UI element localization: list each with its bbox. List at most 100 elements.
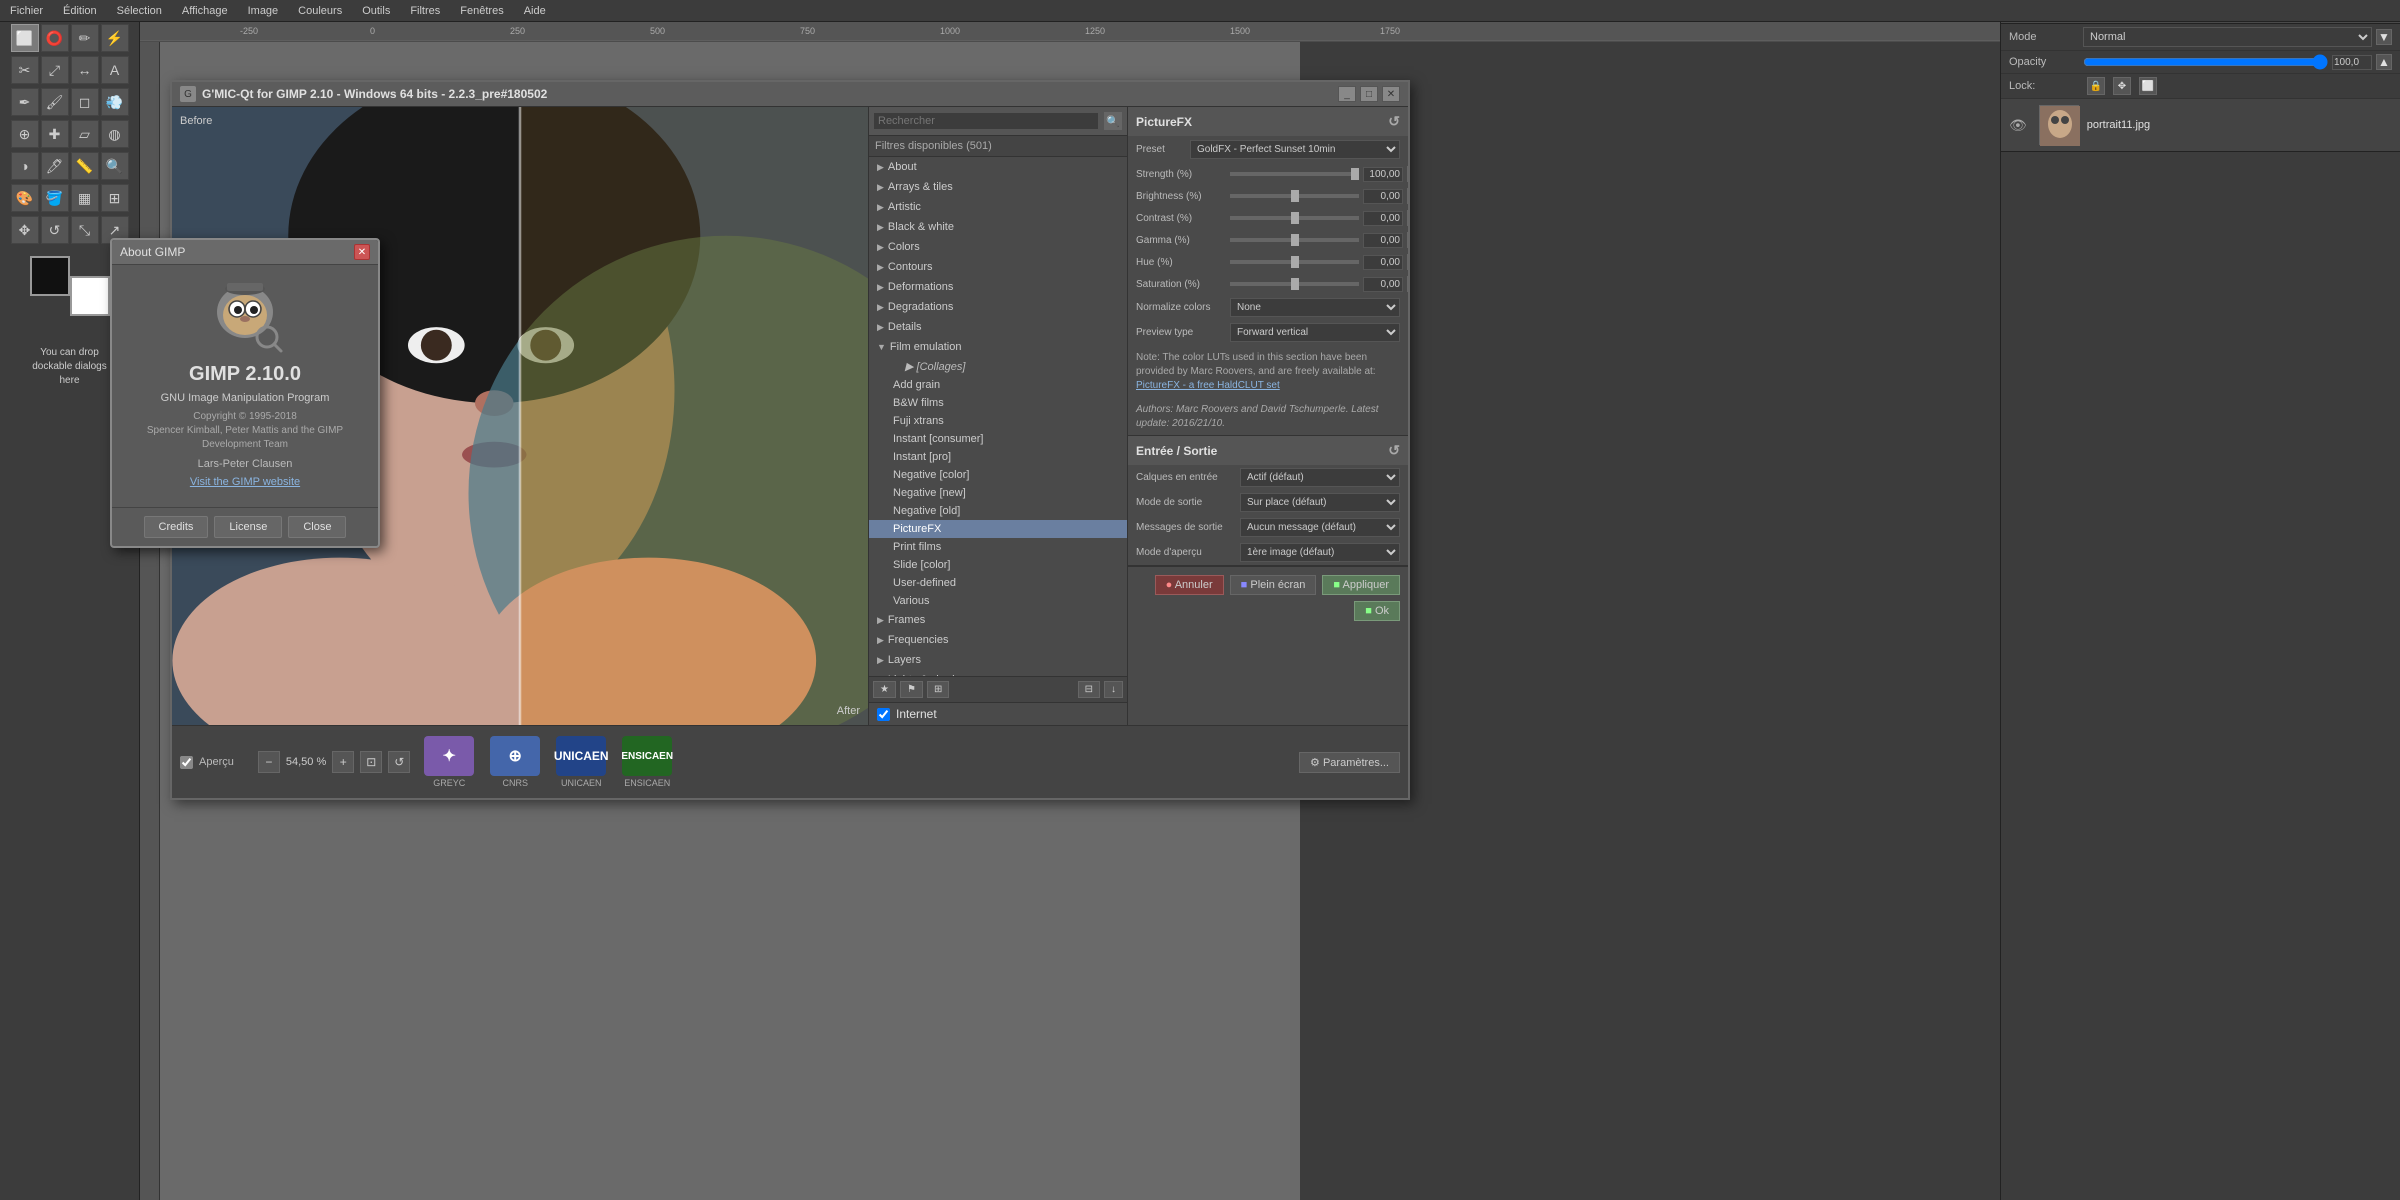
background-color[interactable] [70, 276, 110, 316]
gmic-close-btn[interactable]: ✕ [1382, 86, 1400, 102]
filter-item-negative-new[interactable]: Negative [new] [869, 484, 1127, 502]
filter-cat-bw[interactable]: ▶ Black & white [869, 217, 1127, 237]
menu-outils[interactable]: Outils [352, 5, 400, 17]
tool-align[interactable]: ⊞ [101, 184, 129, 212]
io-refresh-btn[interactable]: ↺ [1388, 442, 1400, 459]
filter-cat-frames[interactable]: ▶ Frames [869, 610, 1127, 630]
ok-button[interactable]: ■ Ok [1354, 601, 1400, 621]
param-saturation-inc[interactable]: ▲ [1407, 276, 1408, 292]
tool-text[interactable]: A [101, 56, 129, 84]
param-normalize-dropdown[interactable]: None [1230, 298, 1400, 317]
filter-cat-contours[interactable]: ▶ Contours [869, 257, 1127, 277]
menu-aide[interactable]: Aide [514, 5, 556, 17]
filter-item-instant-pro[interactable]: Instant [pro] [869, 448, 1127, 466]
filter-cat-colors[interactable]: ▶ Colors [869, 237, 1127, 257]
search-button[interactable]: 🔍 [1103, 111, 1123, 131]
footer-refresh-btn[interactable]: ↺ [388, 751, 410, 773]
tool-paintbrush[interactable]: 🖌 [41, 88, 69, 116]
param-brightness-slider[interactable] [1230, 194, 1359, 198]
tool-perspective[interactable]: ▱ [71, 120, 99, 148]
filter-item-fuji[interactable]: Fuji xtrans [869, 412, 1127, 430]
param-hue-inc[interactable]: ▲ [1407, 254, 1408, 270]
param-strength-value[interactable] [1363, 167, 1403, 182]
param-gamma-inc[interactable]: ▲ [1407, 232, 1408, 248]
tool-bucket-fill[interactable]: 🪣 [41, 184, 69, 212]
params-refresh-btn[interactable]: ↺ [1388, 113, 1400, 130]
params-note-link[interactable]: PictureFX - a free HaldCLUT set [1136, 380, 1280, 391]
filter-btn-expand[interactable]: ⊟ [1078, 681, 1100, 698]
footer-zoom-out-btn[interactable]: − [258, 751, 280, 773]
tool-gradient[interactable]: ▦ [71, 184, 99, 212]
plein-ecran-button[interactable]: ■ Plein écran [1230, 575, 1317, 595]
param-hue-value[interactable] [1363, 255, 1403, 270]
filter-cat-artistic[interactable]: ▶ Artistic [869, 197, 1127, 217]
tool-blur[interactable]: ◍ [101, 120, 129, 148]
tool-color-picker[interactable]: 🎨 [11, 184, 39, 212]
credits-button[interactable]: Credits [144, 516, 209, 538]
io-mode-apercu-dropdown[interactable]: 1ère image (défaut) [1240, 543, 1400, 562]
opacity-inc-btn[interactable]: ▲ [2376, 54, 2392, 70]
preview-checkbox[interactable] [180, 756, 193, 769]
appliquer-button[interactable]: ■ Appliquer [1322, 575, 1400, 595]
annuler-button[interactable]: ● Annuler [1155, 575, 1224, 595]
tool-rotate[interactable]: ↺ [41, 216, 69, 244]
param-hue-slider[interactable] [1230, 260, 1359, 264]
filter-item-picturefx[interactable]: PictureFX [869, 520, 1127, 538]
menu-edition[interactable]: Édition [53, 5, 107, 17]
layers-opacity-slider[interactable] [2083, 54, 2328, 70]
io-calques-entree-dropdown[interactable]: Actif (défaut) [1240, 468, 1400, 487]
tool-airbrush[interactable]: 💨 [101, 88, 129, 116]
mode-down-btn[interactable]: ▼ [2376, 29, 2392, 45]
filter-item-user-defined[interactable]: User-defined [869, 574, 1127, 592]
filter-item-negative-old[interactable]: Negative [old] [869, 502, 1127, 520]
tool-clone[interactable]: ⊕ [11, 120, 39, 148]
layer-visibility-icon[interactable]: 👁 [2009, 117, 2027, 134]
gmic-minimize-btn[interactable]: _ [1338, 86, 1356, 102]
params-button[interactable]: ⚙ Paramètres... [1299, 752, 1400, 773]
filter-cat-about[interactable]: ▶ About [869, 157, 1127, 177]
layers-thumbnail-row[interactable]: 👁 portrait11.jpg [2001, 99, 2400, 152]
lock-pixels-btn[interactable]: 🔒 [2087, 77, 2105, 95]
param-preview-type-dropdown[interactable]: Forward vertical [1230, 323, 1400, 342]
preset-dropdown[interactable]: GoldFX - Perfect Sunset 10min [1190, 140, 1400, 159]
menu-fenetres[interactable]: Fenêtres [450, 5, 513, 17]
layers-opacity-value[interactable] [2332, 55, 2372, 70]
tool-transform[interactable]: ⤢ [41, 56, 69, 84]
about-close-btn[interactable]: ✕ [354, 244, 370, 260]
param-brightness-value[interactable] [1363, 189, 1403, 204]
filter-cat-layers[interactable]: ▶ Layers [869, 650, 1127, 670]
param-saturation-slider[interactable] [1230, 282, 1359, 286]
gmic-maximize-btn[interactable]: □ [1360, 86, 1378, 102]
tool-dodge[interactable]: ◑ [11, 152, 39, 180]
param-contrast-value[interactable] [1363, 211, 1403, 226]
tool-select-ellipse[interactable]: ⭕ [41, 24, 69, 52]
footer-fit-btn[interactable]: ⊡ [360, 751, 382, 773]
tool-flip[interactable]: ↔ [71, 56, 99, 84]
param-strength-slider[interactable] [1230, 172, 1359, 176]
io-mode-sortie-dropdown[interactable]: Sur place (défaut) [1240, 493, 1400, 512]
footer-zoom-in-btn[interactable]: + [332, 751, 354, 773]
param-saturation-value[interactable] [1363, 277, 1403, 292]
filter-btn-download[interactable]: ↓ [1104, 681, 1123, 698]
filter-item-collages[interactable]: ▶ [Collages] [869, 357, 1127, 376]
tool-measure[interactable]: 📏 [71, 152, 99, 180]
tool-heal[interactable]: ✚ [41, 120, 69, 148]
filter-cat-arrays[interactable]: ▶ Arrays & tiles [869, 177, 1127, 197]
tool-crop[interactable]: ✂ [11, 56, 39, 84]
tool-zoom[interactable]: 🔍 [101, 152, 129, 180]
tool-eraser[interactable]: ◻ [71, 88, 99, 116]
menu-filtres[interactable]: Filtres [400, 5, 450, 17]
license-button[interactable]: License [214, 516, 282, 538]
filter-item-print-films[interactable]: Print films [869, 538, 1127, 556]
menu-fichier[interactable]: Fichier [0, 5, 53, 17]
filter-cat-details[interactable]: ▶ Details [869, 317, 1127, 337]
tool-pencil[interactable]: ✒ [11, 88, 39, 116]
tool-select-rect[interactable]: ⬜ [11, 24, 39, 52]
filter-item-addgrain[interactable]: Add grain [869, 376, 1127, 394]
tool-paths[interactable]: 🖊 [41, 152, 69, 180]
close-about-button[interactable]: Close [288, 516, 346, 538]
io-messages-sortie-dropdown[interactable]: Aucun message (défaut) [1240, 518, 1400, 537]
menu-affichage[interactable]: Affichage [172, 5, 238, 17]
filter-item-bwfilms[interactable]: B&W films [869, 394, 1127, 412]
search-input[interactable] [873, 112, 1099, 130]
